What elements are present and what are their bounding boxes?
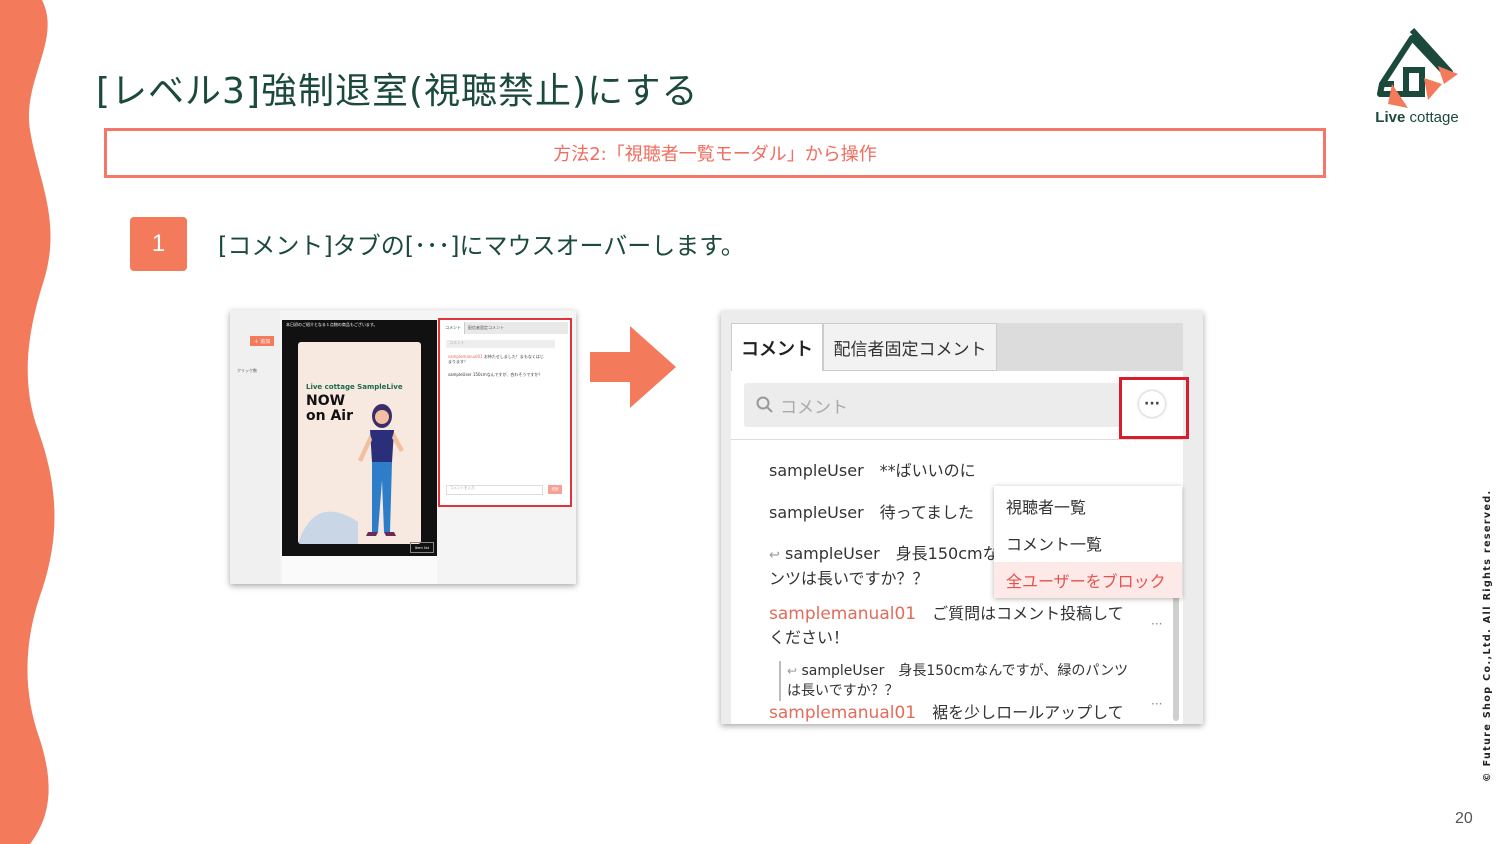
thumb-chat-message: samplemanual01 お待たせしました！まもなくはじまります！	[448, 354, 544, 364]
search-icon	[756, 396, 773, 413]
message-more-icon[interactable]: ···	[1151, 697, 1162, 711]
menu-item-comment-list[interactable]: コメント一覧	[994, 525, 1182, 561]
chat-tabs: コメント 配信者固定コメント	[731, 323, 1183, 371]
live-screen-thumbnail: ＋ 追加 クリック数 本日初のご紹介となる１点物の商品もございます。 Live …	[230, 310, 576, 584]
copyright-notice: © Future Shop Co.,Ltd. All Rights reserv…	[1482, 489, 1493, 782]
thumb-chat-tabs: コメント 配信者固定コメント	[442, 322, 568, 334]
reply-icon: ↩	[787, 664, 798, 678]
thumb-send-button[interactable]: 送信	[548, 485, 562, 494]
chat-body: コメント ··· sampleUser **ばいいのに sampleUser 待…	[731, 371, 1189, 724]
thumb-video-notice: 本日初のご紹介となる１点物の商品もございます。	[286, 322, 378, 327]
menu-item-block-all-users[interactable]: 全ユーザーをブロック	[994, 562, 1182, 598]
thumb-chat-panel: コメント 配信者固定コメント コメント samplemanual01 お待たせし…	[438, 318, 572, 507]
thumb-tab-comment[interactable]: コメント	[442, 322, 465, 334]
background-leaf-icon	[298, 511, 358, 544]
search-placeholder: コメント	[780, 397, 848, 418]
thumb-add-button[interactable]: ＋ 追加	[250, 336, 274, 346]
thumb-sample-title: Live cottage SampleLive	[306, 383, 403, 391]
thumb-click-label: クリック数	[237, 368, 257, 373]
thumb-video-player: 本日初のご紹介となる１点物の商品もございます。 Live cottage Sam…	[282, 320, 437, 556]
comment-search-input[interactable]: コメント	[744, 383, 1120, 427]
thumb-item-list-button[interactable]: Item list	[410, 542, 434, 553]
step-instruction: [コメント]タブの[･･･]にマウスオーバーします。	[218, 232, 745, 260]
method-banner: 方法2:「視聴者一覧モーダル」から操作	[104, 128, 1326, 178]
page-title: [レベル3]強制退室(視聴禁止)にする	[96, 71, 699, 112]
thumb-comment-input[interactable]: コメントを入力	[446, 485, 543, 495]
thumb-live-card: Live cottage SampleLive NOW on Air	[298, 342, 421, 544]
highlight-box	[1119, 377, 1189, 439]
divider	[731, 439, 1183, 440]
quote-bar	[779, 661, 781, 701]
options-dropdown-menu: 視聴者一覧 コメント一覧 全ユーザーをブロック	[994, 486, 1182, 598]
thumb-search-input[interactable]: コメント	[446, 340, 555, 348]
quoted-message: ↩ sampleUser 身長150cmなんですが、緑のパンツ は長いですか？？	[787, 663, 1129, 699]
tab-pinned-comment[interactable]: 配信者固定コメント	[823, 323, 997, 371]
tab-comment[interactable]: コメント	[731, 323, 823, 371]
list-item: sampleUser 待ってました	[769, 503, 975, 522]
list-item: samplemanual01 裾を少しロールアップして	[769, 703, 1124, 723]
logo-text: Live cottage	[1375, 109, 1459, 126]
list-item: sampleUser **ばいいのに	[769, 461, 976, 480]
decorative-wave	[0, 0, 55, 844]
thumb-left-panel: ＋ 追加 クリック数	[230, 310, 280, 584]
list-item: samplemanual01 ご質問はコメント投稿して ください！	[769, 604, 1124, 647]
right-arrow-icon	[590, 326, 676, 408]
step-number-badge: 1	[130, 217, 187, 271]
thumb-chat-message: sampleUser 150cmなんですが、合わそうですか？	[448, 372, 543, 377]
message-more-icon[interactable]: ···	[1151, 617, 1162, 631]
page-number: 20	[1455, 810, 1473, 827]
thumb-stats-row	[282, 556, 437, 584]
thumb-tab-pinned[interactable]: 配信者固定コメント	[465, 322, 507, 334]
zoomed-chat-panel: コメント 配信者固定コメント コメント ··· sampleUser **ばいい…	[721, 311, 1203, 724]
menu-item-viewer-list[interactable]: 視聴者一覧	[994, 488, 1182, 524]
reply-icon: ↩	[769, 548, 780, 563]
